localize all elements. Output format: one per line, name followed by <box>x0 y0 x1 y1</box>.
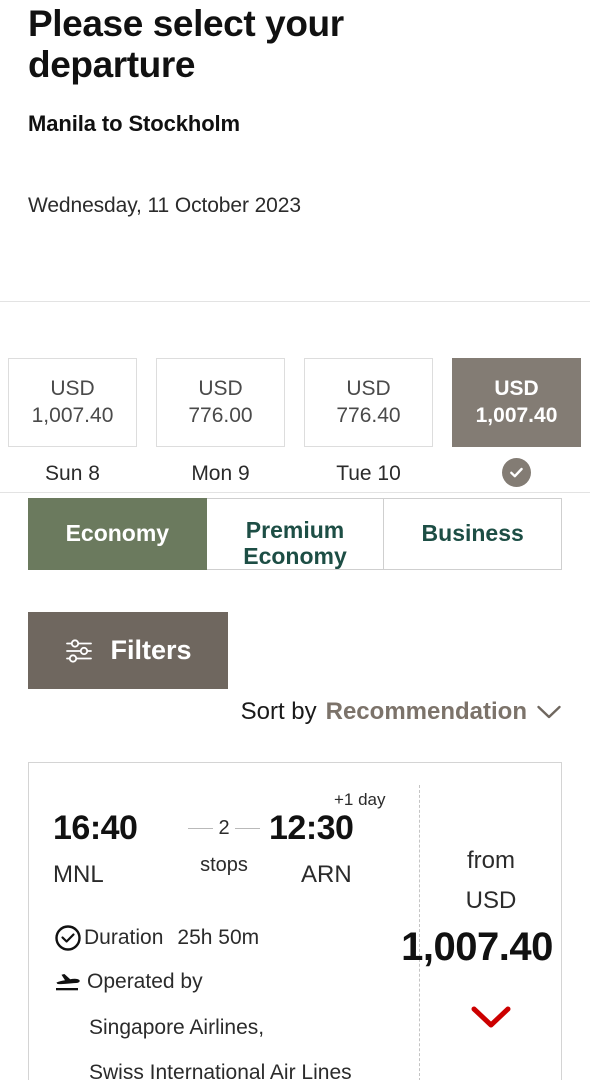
date-label: Sun 8 <box>45 462 100 485</box>
date-cell[interactable]: USD 1,007.40 Sun 8 <box>8 358 137 489</box>
tab-business[interactable]: Business <box>384 498 562 570</box>
cabin-class-tabs: Economy Premium Economy Business <box>28 498 562 570</box>
expand-fares-chevron-down-icon[interactable] <box>419 1004 561 1030</box>
sort-by-label: Sort by <box>240 698 317 725</box>
date-cell-selected[interactable]: USD 1,007.40 <box>452 358 581 487</box>
airline-name: Singapore Airlines, <box>89 1016 265 1039</box>
tab-label: Economy <box>65 520 170 547</box>
page-header: Please select your departure Manila to S… <box>28 0 568 218</box>
flight-selection-screen: Please select your departure Manila to S… <box>0 0 590 1080</box>
date-price-button[interactable]: USD 776.40 <box>304 358 433 447</box>
duration-value: 25h 50m <box>177 926 260 949</box>
flight-times-row: 16:40 12:30 +1 day 2 stops <box>53 790 386 876</box>
duration-label: Duration <box>84 926 164 949</box>
date-price-button[interactable]: USD 1,007.40 <box>8 358 137 447</box>
stops-count: 2 <box>218 817 230 839</box>
date-price-button-selected[interactable]: USD 1,007.40 <box>452 358 581 447</box>
clock-icon <box>53 923 83 953</box>
flight-price-column: from USD 1,007.40 <box>401 763 561 1030</box>
flight-result-card[interactable]: 16:40 12:30 +1 day 2 stops MNL ARN Durat… <box>28 762 562 1080</box>
route-subtitle: Manila to Stockholm <box>28 111 241 137</box>
plane-takeoff-icon <box>53 969 85 995</box>
date-price-carousel[interactable]: USD 1,007.40 Sun 8 USD 776.00 Mon 9 USD … <box>0 301 590 493</box>
operated-by-row: Operated by <box>53 969 383 995</box>
departure-date: Wednesday, 11 October 2023 <box>28 194 301 218</box>
filters-label: Filters <box>110 635 192 665</box>
chevron-down-icon[interactable] <box>536 704 562 720</box>
date-cell[interactable]: USD 776.00 Mon 9 <box>156 358 285 489</box>
departure-time: 16:40 <box>53 809 138 847</box>
tab-label: Business <box>421 520 524 547</box>
tab-premium-economy[interactable]: Premium Economy <box>206 498 385 570</box>
sort-value: Recommendation <box>325 698 527 725</box>
price-amount: 776.40 <box>336 403 401 427</box>
price-amount: 776.00 <box>188 403 253 427</box>
stops-line-left <box>188 828 214 829</box>
arrival-airport-code: ARN <box>301 861 352 888</box>
carousel-track: USD 1,007.40 Sun 8 USD 776.00 Mon 9 USD … <box>8 358 590 489</box>
stops-count-row: 2 <box>181 817 267 840</box>
price-currency: USD <box>198 376 243 400</box>
flight-itinerary: 16:40 12:30 +1 day 2 stops MNL ARN Durat… <box>53 763 386 1080</box>
arrival-time: 12:30 <box>269 809 354 847</box>
airport-codes-row: MNL ARN <box>53 861 383 891</box>
airline-name: Swiss International Air Lines <box>89 1061 352 1080</box>
price-currency: USD <box>465 887 517 914</box>
date-cell[interactable]: USD 776.40 Tue 10 <box>304 358 433 489</box>
stops-line-right <box>234 828 260 829</box>
selected-check-icon <box>502 458 531 487</box>
price-currency: USD <box>50 376 95 400</box>
price-currency: USD <box>346 376 391 400</box>
sort-by-control[interactable]: Sort by Recommendation <box>241 698 562 726</box>
price-amount: 1,007.40 <box>475 403 558 427</box>
departure-airport-code: MNL <box>53 861 104 888</box>
arrival-day-offset: +1 day <box>334 790 386 809</box>
tab-economy[interactable]: Economy <box>28 498 207 570</box>
price-amount: 1,007.40 <box>401 925 553 969</box>
price-from-label: from <box>467 847 515 874</box>
operated-by-label: Operated by <box>87 970 203 993</box>
sliders-icon <box>64 638 94 664</box>
date-price-button[interactable]: USD 776.00 <box>156 358 285 447</box>
tab-label: Premium Economy <box>243 517 347 569</box>
duration-row: Duration 25h 50m <box>53 923 383 953</box>
date-label: Mon 9 <box>191 462 250 485</box>
price-currency: USD <box>494 376 539 400</box>
filters-button[interactable]: Filters <box>28 612 228 689</box>
price-amount: 1,007.40 <box>31 403 114 427</box>
page-title: Please select your departure <box>28 3 344 85</box>
date-label: Tue 10 <box>336 462 401 485</box>
